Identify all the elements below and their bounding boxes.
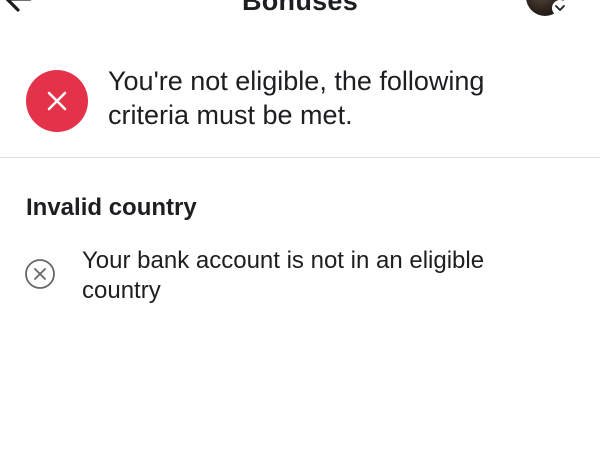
criteria-item: Your bank account is not in an eligible …	[0, 246, 600, 312]
top-app-bar: Bonuses	[0, 0, 600, 18]
ineligible-notice: You're not eligible, the following crite…	[0, 60, 600, 158]
error-badge	[26, 70, 88, 132]
circle-x-icon	[25, 259, 55, 289]
section-divider	[0, 157, 600, 158]
chevron-badge	[552, 0, 568, 16]
page-title: Bonuses	[241, 0, 359, 16]
criteria-item-text: Your bank account is not in an eligible …	[82, 247, 485, 304]
profile-switcher-button[interactable]	[526, 0, 576, 18]
chevron-down-icon	[555, 5, 565, 11]
criteria-heading: Invalid country	[26, 194, 197, 221]
ineligible-message: You're not eligible, the following crite…	[108, 66, 485, 130]
close-icon	[47, 91, 67, 111]
